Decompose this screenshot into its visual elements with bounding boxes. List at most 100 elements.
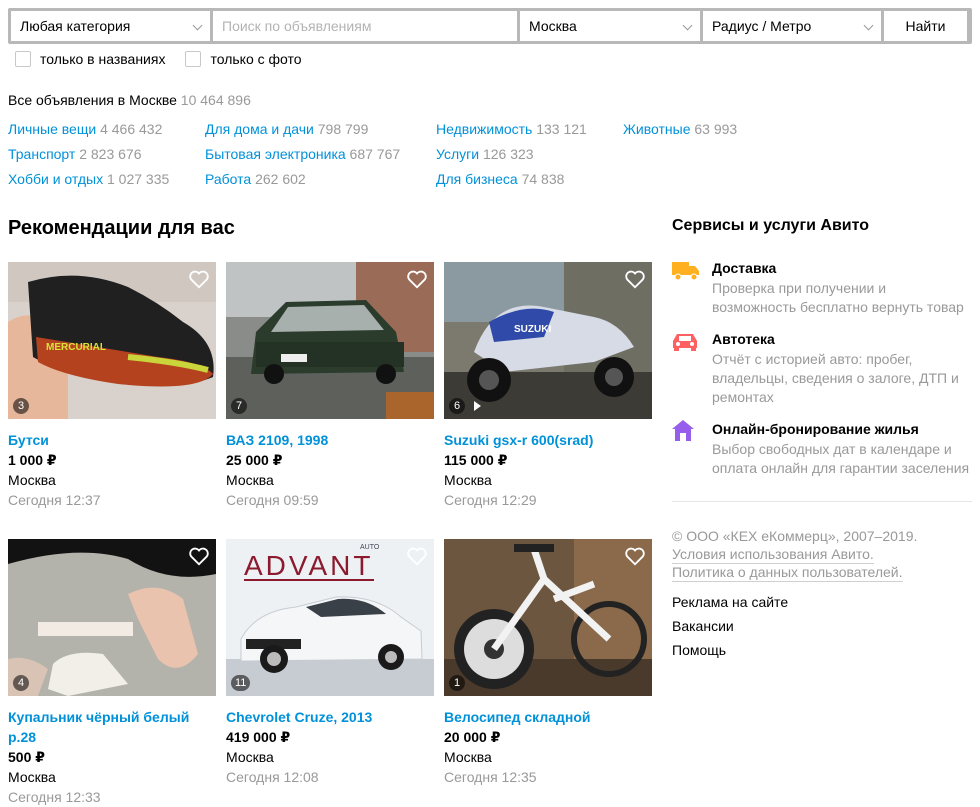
photo-count-badge: 4 — [13, 675, 29, 691]
search-bar: Любая категория Поиск по объявлениям Мос… — [8, 8, 972, 44]
category-item: Транспорт 2 823 676 — [8, 146, 169, 171]
service-name[interactable]: Онлайн-бронирование жилья — [712, 420, 919, 438]
bicycle-photo — [444, 539, 652, 696]
ad-card[interactable]: MERCURIAL 3 Бутси 1 000 ₽ Москва Сегодня… — [8, 262, 218, 510]
ad-photo[interactable]: MERCURIAL 3 — [8, 262, 216, 419]
category-count: 63 993 — [694, 121, 738, 137]
category-link[interactable]: Услуги — [436, 146, 479, 162]
ad-card[interactable]: 1 Велосипед складной 20 000 ₽ Москва Сег… — [444, 539, 654, 787]
category-count: 262 602 — [255, 171, 306, 187]
category-count: 126 323 — [482, 146, 534, 162]
ad-title[interactable]: Велосипед складной — [444, 707, 654, 727]
category-link[interactable]: Транспорт — [8, 146, 75, 162]
swimsuit-photo — [8, 539, 216, 696]
photo-count-badge: 3 — [13, 398, 29, 414]
photo-count-badge: 11 — [231, 675, 251, 691]
favorite-heart-icon[interactable] — [406, 268, 428, 290]
ad-time: Сегодня 12:29 — [444, 492, 537, 508]
favorite-heart-icon[interactable] — [624, 545, 646, 567]
category-count: 687 767 — [349, 146, 401, 162]
motorcycle-photo: SUZUKI — [444, 262, 652, 419]
ad-photo[interactable]: 4 — [8, 539, 216, 696]
category-link[interactable]: Работа — [205, 171, 251, 187]
checkbox[interactable] — [185, 51, 202, 67]
category-link[interactable]: Бытовая электроника — [205, 146, 346, 162]
category-item: Услуги 126 323 — [436, 146, 587, 171]
ad-price: 20 000 ₽ — [444, 729, 501, 745]
category-count: 1 027 335 — [106, 171, 170, 187]
only-titles-checkbox[interactable]: только в названиях — [15, 50, 165, 68]
category-link[interactable]: Для бизнеса — [436, 171, 518, 187]
category-link[interactable]: Недвижимость — [436, 121, 532, 137]
footer-link-help[interactable]: Помощь — [672, 641, 726, 659]
category-column: Недвижимость 133 121 Услуги 126 323 Для … — [436, 121, 587, 196]
ad-title[interactable]: Купальник чёрный белый р.28 — [8, 707, 218, 747]
only-photo-label: только с фото — [210, 51, 302, 67]
ad-city: Москва — [226, 749, 274, 765]
chevron-down-icon — [682, 20, 693, 31]
category-column: Животные 63 993 — [623, 121, 737, 146]
services-sidebar: Сервисы и услуги Авито Доставка Проверка… — [672, 217, 972, 658]
category-count: 798 799 — [317, 121, 369, 137]
category-item: Для дома и дачи 798 799 — [205, 121, 400, 146]
category-column: Личные вещи 4 466 432 Транспорт 2 823 67… — [8, 121, 169, 196]
photo-count-badge: 6 — [449, 398, 465, 414]
favorite-heart-icon[interactable] — [188, 545, 210, 567]
ad-city: Москва — [8, 769, 56, 785]
only-photo-checkbox[interactable]: только с фото — [185, 50, 302, 68]
category-link[interactable]: Личные вещи — [8, 121, 96, 137]
footer-link-jobs[interactable]: Вакансии — [672, 617, 734, 635]
category-count: 133 121 — [536, 121, 587, 137]
favorite-heart-icon[interactable] — [624, 268, 646, 290]
footer-link-ads[interactable]: Реклама на сайте — [672, 593, 788, 611]
ad-price: 115 000 ₽ — [444, 452, 508, 468]
search-filters: только в названиях только с фото — [15, 50, 302, 68]
ad-card[interactable]: SUZUKI 6 Suzuki gsx-r 600(srad) 115 000 … — [444, 262, 654, 510]
radius-select-value: Радиус / Метро — [712, 18, 812, 34]
category-count: 74 838 — [521, 171, 565, 187]
policy-link[interactable]: Политика о данных пользователей. — [672, 563, 903, 582]
ad-title[interactable]: Suzuki gsx-r 600(srad) — [444, 430, 654, 450]
favorite-heart-icon[interactable] — [188, 268, 210, 290]
ad-price: 25 000 ₽ — [226, 452, 283, 468]
service-name[interactable]: Доставка — [712, 259, 776, 277]
recommendations-title: Рекомендации для вас — [8, 217, 235, 239]
ad-card[interactable]: 4 Купальник чёрный белый р.28 500 ₽ Моск… — [8, 539, 218, 807]
search-input-placeholder: Поиск по объявлениям — [222, 18, 372, 34]
search-input[interactable]: Поиск по объявлениям — [213, 11, 517, 41]
ad-photo[interactable]: SUZUKI 6 — [444, 262, 652, 419]
category-item: Личные вещи 4 466 432 — [8, 121, 169, 146]
ad-price: 419 000 ₽ — [226, 729, 291, 745]
advant-logo-text: ADVANT — [244, 550, 374, 581]
checkbox[interactable] — [15, 51, 31, 67]
ad-photo[interactable]: 7 — [226, 262, 434, 419]
ad-photo[interactable]: 1 — [444, 539, 652, 696]
city-select[interactable]: Москва — [520, 11, 700, 41]
ad-time: Сегодня 12:37 — [8, 492, 101, 508]
boot-photo: MERCURIAL — [8, 262, 216, 419]
video-play-icon — [474, 401, 481, 411]
service-name[interactable]: Автотека — [712, 330, 775, 348]
ad-title[interactable]: Бутси — [8, 430, 218, 450]
service-desc: Отчёт с историей авто: пробег, владельцы… — [712, 351, 959, 405]
category-link[interactable]: Животные — [623, 121, 691, 137]
only-titles-label: только в названиях — [40, 51, 166, 67]
ad-time: Сегодня 09:59 — [226, 492, 319, 508]
divider — [672, 501, 972, 502]
favorite-heart-icon[interactable] — [406, 545, 428, 567]
ad-card[interactable]: ADVANT AUTO 11 Chevrolet Cruze, 2013 419… — [226, 539, 436, 787]
city-select-value: Москва — [529, 18, 577, 34]
ad-photo[interactable]: ADVANT AUTO 11 — [226, 539, 434, 696]
category-link[interactable]: Хобби и отдых — [8, 171, 103, 187]
radius-select[interactable]: Радиус / Метро — [703, 11, 881, 41]
ad-time: Сегодня 12:08 — [226, 769, 319, 785]
ad-title[interactable]: Chevrolet Cruze, 2013 — [226, 707, 436, 727]
terms-link[interactable]: Условия использования Авито. — [672, 545, 874, 564]
total-ads: Все объявления в Москве 10 464 896 — [8, 92, 251, 108]
find-button[interactable]: Найти — [884, 11, 967, 41]
ad-card[interactable]: 7 ВАЗ 2109, 1998 25 000 ₽ Москва Сегодня… — [226, 262, 436, 510]
category-select[interactable]: Любая категория — [11, 11, 210, 41]
category-item: Работа 262 602 — [205, 171, 400, 196]
category-link[interactable]: Для дома и дачи — [205, 121, 314, 137]
ad-title[interactable]: ВАЗ 2109, 1998 — [226, 430, 436, 450]
